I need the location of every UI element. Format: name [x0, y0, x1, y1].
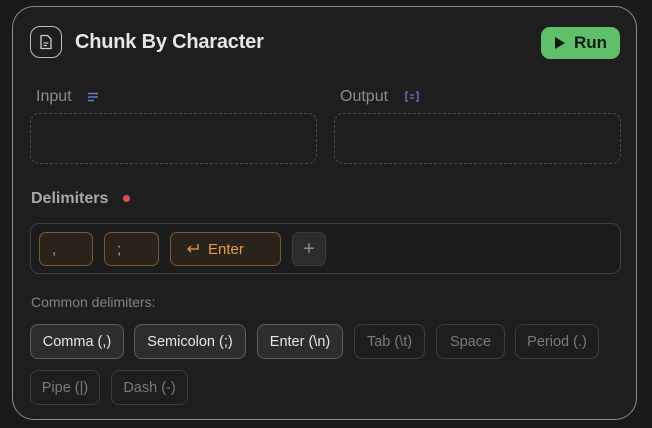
play-icon — [554, 37, 565, 49]
pill-label: Period (.) — [527, 333, 587, 350]
delimiter-chip[interactable]: Enter — [170, 232, 281, 266]
delimiter-chip[interactable]: ; — [104, 232, 159, 266]
output-label: Output — [340, 88, 389, 105]
delimiter-chip-label: Enter — [208, 240, 244, 258]
delimiters-title: Delimiters — [31, 190, 109, 207]
run-button-label: Run — [573, 33, 608, 52]
common-delimiter-period[interactable]: Period (.) — [515, 324, 599, 359]
common-delimiter-semicolon[interactable]: Semicolon (;) — [134, 324, 246, 359]
input-label: Input — [36, 88, 72, 105]
pill-label: Dash (-) — [123, 379, 176, 396]
output-dropzone[interactable] — [334, 113, 621, 164]
pill-label: Pipe (|) — [41, 379, 89, 396]
common-delimiter-dash[interactable]: Dash (-) — [111, 370, 188, 405]
pill-label: Enter (\n) — [269, 333, 331, 350]
delimiter-chip[interactable]: , — [39, 232, 93, 266]
pill-label: Tab (\t) — [366, 333, 413, 350]
pill-label: Comma (,) — [42, 333, 112, 350]
list-brackets-icon — [405, 91, 419, 102]
common-delimiter-space[interactable]: Space — [436, 324, 505, 359]
common-delimiter-comma[interactable]: Comma (,) — [30, 324, 124, 359]
return-arrow-icon — [187, 244, 199, 253]
node-title: Chunk By Character — [75, 31, 264, 53]
common-delimiter-pipe[interactable]: Pipe (|) — [30, 370, 100, 405]
common-delimiter-tab[interactable]: Tab (\t) — [354, 324, 425, 359]
plus-icon: + — [303, 237, 315, 260]
run-button[interactable]: Run — [541, 27, 620, 59]
pill-label: Semicolon (;) — [147, 333, 233, 350]
delimiter-chip-label: ; — [117, 240, 122, 258]
document-icon — [30, 26, 62, 58]
common-delimiter-enter[interactable]: Enter (\n) — [257, 324, 343, 359]
add-delimiter-button[interactable]: + — [292, 232, 326, 266]
text-lines-icon — [88, 92, 98, 102]
common-delimiters-label: Common delimiters: — [31, 294, 156, 310]
input-dropzone[interactable] — [30, 113, 317, 164]
required-indicator — [123, 195, 130, 202]
delimiter-chip-label: , — [52, 240, 57, 258]
pill-label: Space — [449, 333, 492, 350]
